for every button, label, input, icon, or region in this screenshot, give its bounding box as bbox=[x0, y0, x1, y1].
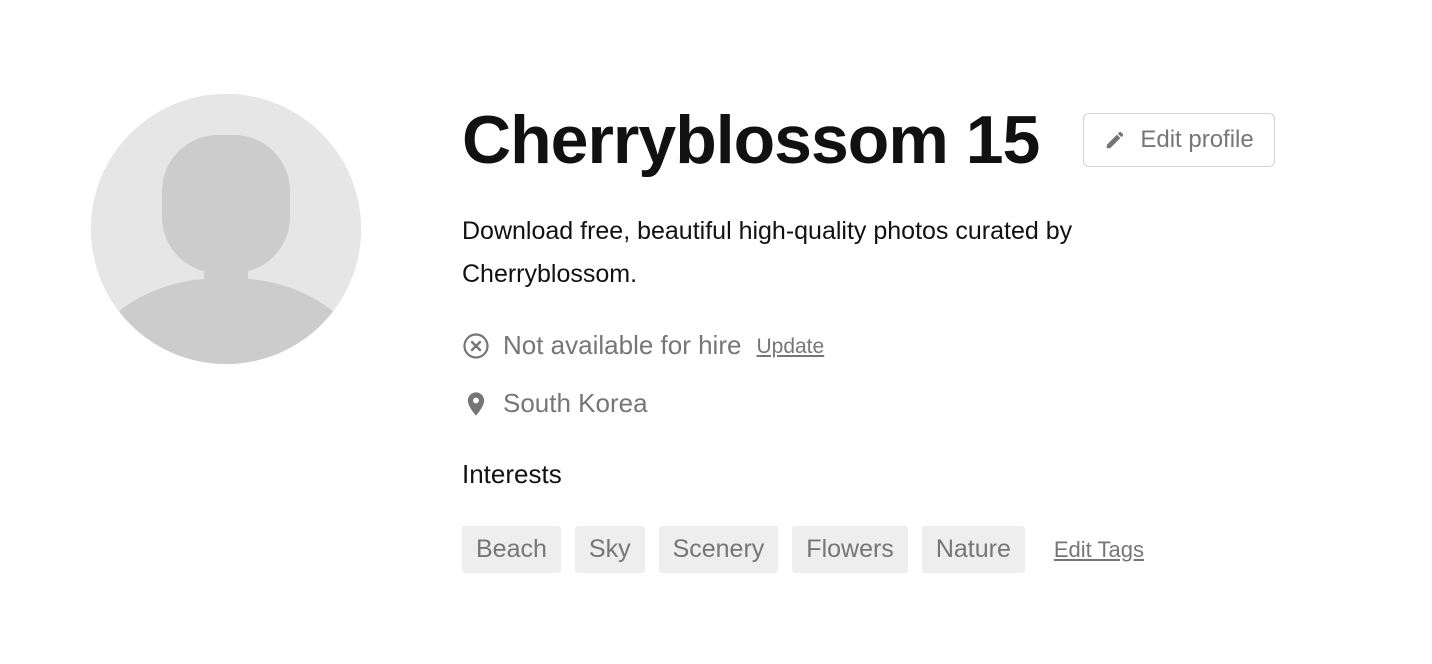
hire-status-text: Not available for hire bbox=[503, 330, 742, 360]
edit-profile-button[interactable]: Edit profile bbox=[1083, 113, 1275, 167]
interest-tag[interactable]: Scenery bbox=[658, 526, 779, 573]
profile-bio: Download free, beautiful high-quality ph… bbox=[462, 217, 1073, 288]
interest-tag[interactable]: Sky bbox=[574, 526, 645, 573]
interest-tag[interactable]: Beach bbox=[462, 526, 561, 573]
interest-tags: Beach Sky Scenery Flowers Nature Edit Ta… bbox=[462, 526, 1144, 573]
circle-x-icon bbox=[462, 332, 490, 360]
interests-heading: Interests bbox=[462, 459, 562, 489]
edit-profile-label: Edit profile bbox=[1140, 126, 1254, 153]
map-pin-icon bbox=[462, 390, 490, 418]
location-text: South Korea bbox=[503, 388, 648, 418]
interest-tag[interactable]: Flowers bbox=[792, 526, 908, 573]
title-row: Cherryblossom 15 Edit profile bbox=[462, 104, 1275, 176]
page-title: Cherryblossom 15 bbox=[462, 102, 1040, 178]
default-user-avatar-icon bbox=[91, 94, 361, 364]
location-row: South Korea bbox=[462, 388, 648, 419]
update-hire-status-link[interactable]: Update bbox=[756, 332, 824, 359]
edit-tags-link[interactable]: Edit Tags bbox=[1054, 537, 1144, 563]
hire-status-row: Not available for hire Update bbox=[462, 330, 824, 361]
avatar bbox=[91, 94, 361, 364]
interest-tag[interactable]: Nature bbox=[921, 526, 1025, 573]
pencil-icon bbox=[1104, 129, 1126, 151]
